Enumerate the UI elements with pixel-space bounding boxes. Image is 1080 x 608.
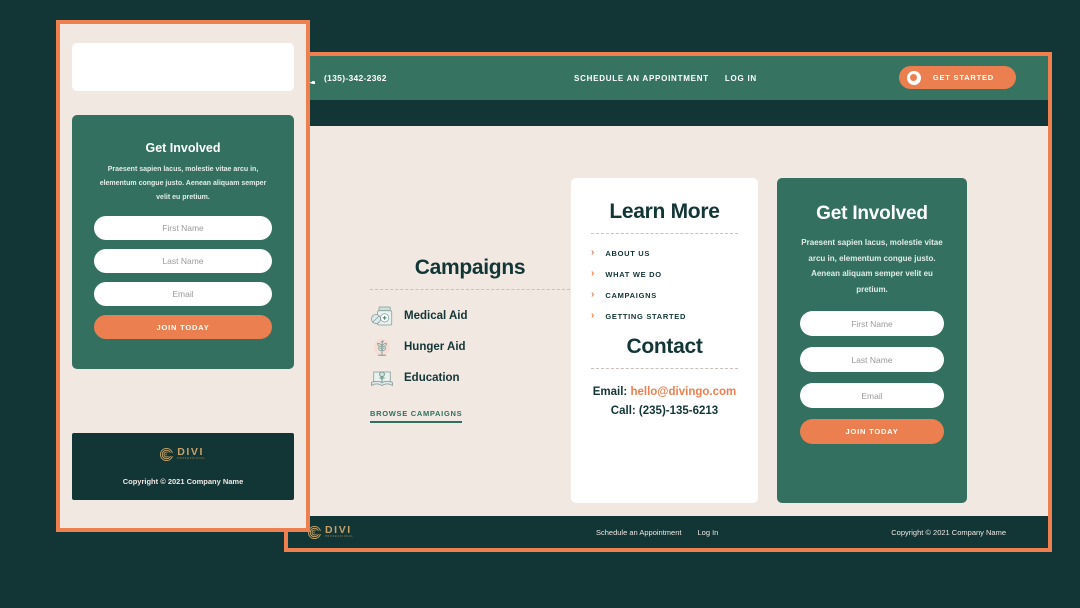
header-secondary-bar [288, 100, 1048, 126]
header-phone-number: (135)-342-2362 [324, 73, 387, 83]
learn-more-item-about-us[interactable]: › ABOUT US [591, 248, 738, 258]
mobile-footer-logo[interactable]: DIVI PROFESSIONAL [160, 447, 206, 461]
learn-more-item-label: WHAT WE DO [605, 269, 662, 279]
contact-phone-value: (235)-135-6213 [638, 404, 719, 417]
contact-divider [591, 368, 738, 369]
campaign-item-education[interactable]: Education [370, 366, 570, 390]
divi-logo-subtitle: PROFESSIONAL [325, 535, 354, 539]
contact-email-label: Email: [592, 386, 628, 398]
chevron-right-icon: › [591, 268, 595, 279]
first-name-input[interactable] [800, 311, 944, 337]
divi-logo-name: DIVI [177, 445, 205, 458]
desktop-viewport-panel: (135)-342-2362 SCHEDULE AN APPOINTMENT L… [284, 52, 1052, 552]
footer-logo[interactable]: DIVI PROFESSIONAL [308, 525, 354, 539]
mobile-get-involved-title: Get Involved [145, 141, 221, 155]
divi-logo-name: DIVI [325, 523, 352, 536]
mobile-first-name-input[interactable] [94, 216, 272, 240]
open-book-icon [370, 366, 394, 390]
divi-wordmark: DIVI PROFESSIONAL [177, 447, 206, 461]
contact-phone-label: Call: [610, 404, 636, 417]
campaigns-divider [370, 289, 570, 290]
mobile-top-spacer [72, 24, 294, 33]
campaigns-title: Campaigns [414, 256, 526, 279]
footer-link-schedule-appointment[interactable]: Schedule an Appointment [596, 528, 681, 537]
footer-content-area: Campaigns Medical Aid Hunger Aid Educati… [288, 126, 1048, 524]
browse-campaigns-link[interactable]: BROWSE CAMPAIGNS [370, 409, 463, 423]
learn-more-item-label: CAMPAIGNS [605, 290, 657, 300]
campaign-item-medical-aid[interactable]: Medical Aid [370, 304, 570, 328]
get-involved-title: Get Involved [816, 203, 928, 224]
mobile-viewport-panel: Get Involved Praesent sapien lacus, mole… [56, 20, 310, 532]
header-nav: SCHEDULE AN APPOINTMENT LOG IN [574, 56, 757, 100]
mobile-get-involved-card: Get Involved Praesent sapien lacus, mole… [72, 115, 294, 369]
mobile-last-name-input[interactable] [94, 249, 272, 273]
learn-more-item-what-we-do[interactable]: › WHAT WE DO [591, 269, 738, 279]
contact-section: Contact Email: hello@divingo.com Call: (… [591, 335, 738, 421]
chevron-right-icon: › [591, 289, 595, 300]
header-link-schedule-appointment[interactable]: SCHEDULE AN APPOINTMENT [574, 74, 709, 83]
campaign-label: Medical Aid [404, 310, 468, 322]
site-footer-bar: DIVI PROFESSIONAL Schedule an Appointmen… [288, 516, 1048, 548]
screenshot-stage: (135)-342-2362 SCHEDULE AN APPOINTMENT L… [0, 0, 1080, 608]
learn-more-item-label: GETTING STARTED [605, 311, 687, 321]
campaign-item-hunger-aid[interactable]: Hunger Aid [370, 335, 570, 359]
learn-more-item-label: ABOUT US [605, 248, 651, 258]
plant-sprout-icon [370, 335, 394, 359]
get-started-label: GET STARTED [932, 73, 994, 82]
footer-copyright: Copyright © 2021 Company Name [891, 527, 1006, 537]
mobile-footer-copyright: Copyright © 2021 Company Name [122, 477, 244, 487]
get-involved-card: Get Involved Praesent sapien lacus, mole… [777, 178, 967, 503]
divi-spiral-icon [160, 447, 174, 461]
divi-wordmark: DIVI PROFESSIONAL [325, 525, 354, 539]
learn-more-item-campaigns[interactable]: › CAMPAIGNS [591, 290, 738, 300]
mobile-join-today-button[interactable]: JOIN TODAY [94, 315, 272, 339]
mobile-blank-card [72, 43, 294, 91]
last-name-input[interactable] [800, 347, 944, 373]
mobile-get-involved-body: Praesent sapien lacus, molestie vitae ar… [99, 166, 267, 201]
site-utility-bar: (135)-342-2362 SCHEDULE AN APPOINTMENT L… [288, 56, 1048, 100]
get-started-button[interactable]: GET STARTED [898, 66, 1016, 89]
learn-more-card: Learn More › ABOUT US › WHAT WE DO › CAM… [571, 178, 758, 503]
header-link-log-in[interactable]: LOG IN [725, 74, 757, 83]
learn-more-list: › ABOUT US › WHAT WE DO › CAMPAIGNS › GE… [591, 248, 738, 321]
chevron-right-icon: › [591, 247, 595, 258]
campaign-label: Education [404, 372, 460, 384]
contact-email-link[interactable]: hello@divingo.com [630, 386, 736, 398]
campaigns-column: Campaigns Medical Aid Hunger Aid Educati… [370, 256, 570, 423]
footer-link-log-in[interactable]: Log In [697, 528, 718, 537]
header-phone[interactable]: (135)-342-2362 [304, 72, 387, 84]
email-input[interactable] [800, 383, 944, 409]
mobile-email-input[interactable] [94, 282, 272, 306]
footer-nav: Schedule an Appointment Log In [596, 528, 718, 537]
circle-dot-icon [906, 70, 921, 85]
learn-more-item-getting-started[interactable]: › GETTING STARTED [591, 311, 738, 321]
chevron-right-icon: › [591, 310, 595, 321]
join-today-button[interactable]: JOIN TODAY [800, 419, 944, 445]
mobile-page: Get Involved Praesent sapien lacus, mole… [60, 24, 306, 528]
get-involved-body: Praesent sapien lacus, molestie vitae ar… [801, 238, 943, 294]
contact-phone-row: Call: (235)-135-6213 [591, 402, 738, 421]
learn-more-divider [591, 233, 738, 234]
campaign-label: Hunger Aid [404, 341, 466, 353]
contact-title: Contact [626, 335, 703, 358]
mobile-footer-bar: DIVI PROFESSIONAL Copyright © 2021 Compa… [72, 433, 294, 500]
divi-logo-subtitle: PROFESSIONAL [177, 457, 206, 461]
learn-more-title: Learn More [609, 200, 720, 223]
medicine-bottle-icon [370, 304, 394, 328]
desktop-page: (135)-342-2362 SCHEDULE AN APPOINTMENT L… [288, 56, 1048, 548]
contact-email-row: Email: hello@divingo.com [591, 383, 738, 402]
